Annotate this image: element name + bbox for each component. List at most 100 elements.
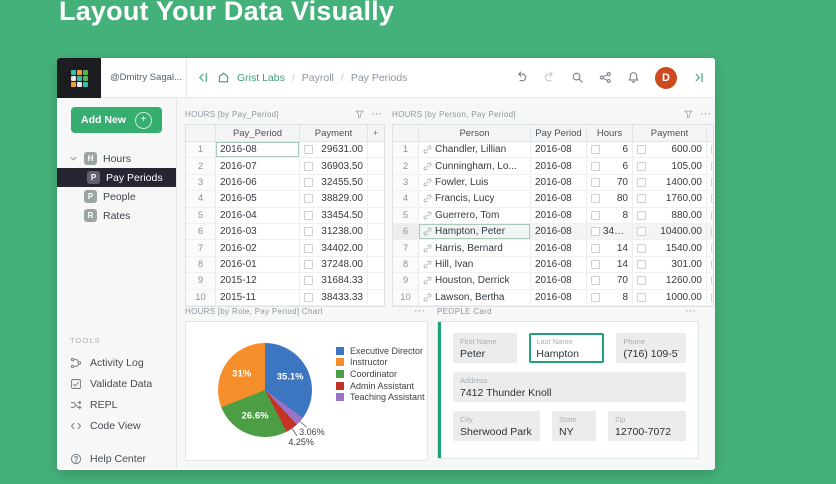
checkbox-icon[interactable]: [637, 161, 646, 171]
checkbox-icon[interactable]: [637, 194, 646, 204]
cell-period[interactable]: 2016-06: [216, 174, 300, 191]
row-number[interactable]: 7: [393, 240, 419, 256]
checkbox-icon[interactable]: [637, 259, 646, 269]
legend-item[interactable]: Teaching Assistant: [336, 391, 425, 403]
tool-code-view[interactable]: Code View: [57, 415, 176, 436]
cell-payment[interactable]: 1260.00: [633, 273, 707, 289]
checkbox-icon[interactable]: [591, 259, 600, 269]
cell-dates[interactable]: 8/7, 8/1: [707, 257, 713, 272]
grist-logo[interactable]: [57, 58, 101, 98]
column-header-period[interactable]: Pay_Period: [216, 125, 300, 141]
column-header-dates[interactable]: D: [707, 125, 713, 141]
checkbox-icon[interactable]: [637, 145, 646, 155]
row-number[interactable]: 1: [186, 142, 216, 158]
cell-dates[interactable]: 8/7, 8/1: [707, 240, 713, 255]
row-number[interactable]: 4: [186, 191, 216, 207]
checkbox-icon[interactable]: [711, 194, 713, 204]
field-phone[interactable]: Phone (716) 109-5712: [616, 333, 686, 363]
cell-dates[interactable]: 8/14: [707, 208, 713, 223]
avatar[interactable]: D: [655, 66, 677, 89]
checkbox-icon[interactable]: [637, 177, 646, 187]
cell-payment[interactable]: 29631.00: [300, 142, 368, 158]
cell-period[interactable]: 2016-02: [216, 240, 300, 256]
add-new-button[interactable]: Add New +: [71, 107, 162, 133]
cell-payment[interactable]: 32455.50: [300, 174, 368, 191]
cell-payment[interactable]: 600.00: [633, 142, 707, 158]
cell-period[interactable]: 2015-12: [216, 273, 300, 289]
checkbox-icon[interactable]: [711, 227, 713, 237]
cell-period[interactable]: 2016-08: [531, 158, 587, 174]
cell-dates[interactable]: 8/14: [707, 142, 713, 157]
table-row[interactable]: 2Cunningham, Lo...2016-086105.008/7: [393, 158, 713, 175]
table-row[interactable]: 7Harris, Bernard2016-08141540.008/7, 8/1: [393, 240, 713, 257]
table-row[interactable]: 10 2015-11 38433.33: [186, 289, 384, 306]
checkbox-icon[interactable]: [637, 227, 646, 237]
cell-dates[interactable]: 8/7, 8/1: [707, 290, 713, 305]
checkbox-icon[interactable]: [304, 276, 313, 286]
notifications-bell-icon[interactable]: [627, 71, 640, 84]
expand-right-panel-icon[interactable]: [692, 71, 705, 84]
cell-period[interactable]: 2016-08: [531, 240, 587, 256]
row-number[interactable]: 5: [186, 207, 216, 223]
add-column-button[interactable]: +: [368, 125, 383, 141]
cell-hours[interactable]: 8: [587, 289, 633, 305]
checkbox-icon[interactable]: [591, 292, 600, 302]
table-row[interactable]: 5 2016-04 33454.50: [186, 207, 384, 224]
cell-person[interactable]: Guerrero, Tom: [419, 207, 531, 223]
table-row[interactable]: 9Houston, Derrick2016-08701260.008/1-8/3…: [393, 273, 713, 290]
cell-payment[interactable]: 38829.00: [300, 191, 368, 207]
table-row[interactable]: 4 2016-05 38829.00: [186, 191, 384, 208]
checkbox-icon[interactable]: [304, 161, 313, 171]
table-row[interactable]: 6Hampton, Peter2016-08346.6710400.008/1-…: [393, 223, 713, 241]
cell-period[interactable]: 2015-11: [216, 289, 300, 305]
home-icon[interactable]: [217, 71, 230, 84]
column-header-payment[interactable]: Payment: [633, 125, 707, 141]
cell-person[interactable]: Chandler, Lillian: [419, 142, 531, 158]
cell-person[interactable]: Houston, Derrick: [419, 273, 531, 289]
cell-period[interactable]: 2016-08: [531, 174, 587, 191]
cell-period[interactable]: 2016-08: [216, 142, 300, 158]
row-number[interactable]: 1: [393, 142, 419, 158]
cell-payment[interactable]: 1760.00: [633, 191, 707, 207]
cell-period[interactable]: 2016-08: [531, 256, 587, 273]
cell-hours[interactable]: 6: [587, 142, 633, 158]
section-menu-icon[interactable]: ⋯: [685, 306, 697, 317]
checkbox-icon[interactable]: [711, 292, 713, 302]
checkbox-icon[interactable]: [637, 210, 646, 220]
cell-period[interactable]: 2016-07: [216, 158, 300, 174]
field-address[interactable]: Address 7412 Thunder Knoll: [453, 372, 686, 402]
cell-payment[interactable]: 37248.00: [300, 256, 368, 273]
user-account-menu[interactable]: @Dmitry Sagal...: [101, 58, 187, 97]
chevron-down-icon[interactable]: [69, 154, 78, 163]
section-menu-icon[interactable]: ⋯: [371, 109, 383, 120]
table-row[interactable]: 5Guerrero, Tom2016-088880.008/14: [393, 207, 713, 224]
field-last-name[interactable]: Last Name Hampton: [529, 333, 605, 363]
search-icon[interactable]: [571, 71, 584, 84]
table-row[interactable]: 3 2016-06 32455.50: [186, 174, 384, 192]
cell-payment[interactable]: 105.00: [633, 158, 707, 174]
checkbox-icon[interactable]: [711, 161, 713, 171]
cell-period[interactable]: 2016-08: [531, 289, 587, 305]
column-header-period[interactable]: Pay Period: [531, 125, 587, 141]
column-header-hours[interactable]: Hours: [587, 125, 633, 141]
breadcrumb-page[interactable]: Pay Periods: [351, 72, 408, 84]
checkbox-icon[interactable]: [304, 210, 313, 220]
undo-icon[interactable]: [515, 71, 528, 84]
field-first-name[interactable]: First Name Peter: [453, 333, 518, 363]
row-number[interactable]: 3: [186, 174, 216, 191]
tool-repl[interactable]: REPL: [57, 394, 176, 415]
row-number[interactable]: 9: [186, 273, 216, 289]
cell-period[interactable]: 2016-08: [531, 142, 587, 158]
cell-period[interactable]: 2016-08: [531, 273, 587, 289]
row-number[interactable]: 2: [393, 158, 419, 174]
field-city[interactable]: City Sherwood Park: [453, 411, 540, 441]
row-number[interactable]: 2: [186, 158, 216, 174]
cell-dates[interactable]: 8/1-8/31: [707, 191, 713, 206]
filter-icon[interactable]: [684, 110, 693, 119]
breadcrumb-doc[interactable]: Payroll: [302, 72, 334, 84]
row-number[interactable]: 9: [393, 273, 419, 289]
cell-period[interactable]: 2016-03: [216, 223, 300, 240]
checkbox-icon[interactable]: [304, 177, 313, 187]
table-row[interactable]: 3Fowler, Luis2016-08701400.008/1-8/31: [393, 174, 713, 192]
row-number[interactable]: 4: [393, 191, 419, 207]
